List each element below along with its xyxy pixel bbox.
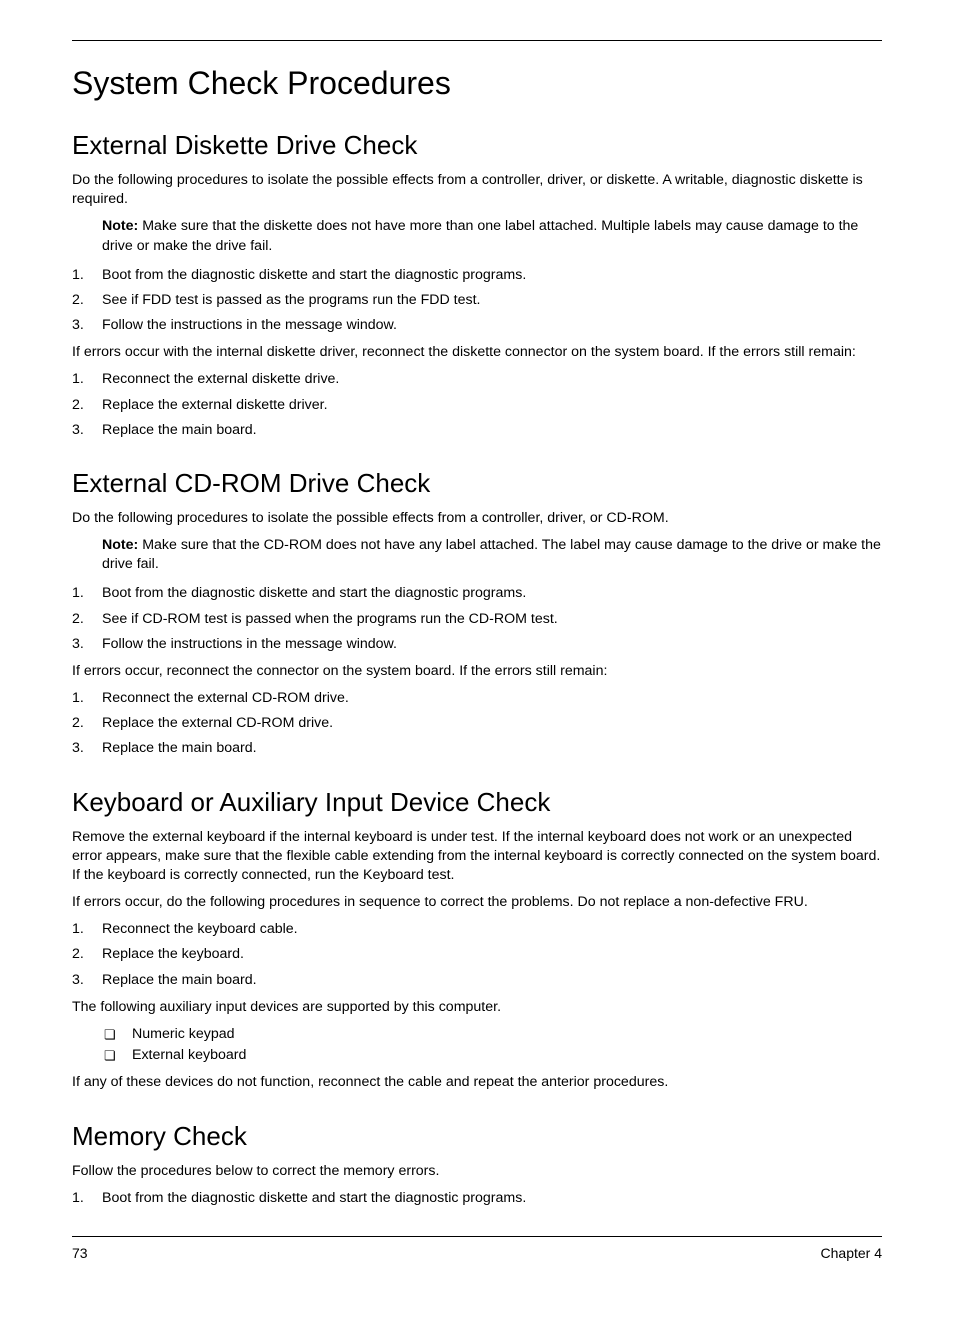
section-heading-diskette: External Diskette Drive Check xyxy=(72,130,882,161)
note-label: Note: xyxy=(102,218,138,234)
cdrom-steps-2: Reconnect the external CD-ROM drive. Rep… xyxy=(72,689,882,759)
keyboard-steps-1: Reconnect the keyboard cable. Replace th… xyxy=(72,920,882,990)
list-item: Boot from the diagnostic diskette and st… xyxy=(72,584,882,603)
list-item: Replace the external CD-ROM drive. xyxy=(72,714,882,733)
cdrom-note: Note: Make sure that the CD-ROM does not… xyxy=(72,536,882,574)
list-item: See if CD-ROM test is passed when the pr… xyxy=(72,610,882,629)
keyboard-mid: The following auxiliary input devices ar… xyxy=(72,998,882,1017)
list-item: Replace the keyboard. xyxy=(72,945,882,964)
note-body: Make sure that the CD-ROM does not have … xyxy=(102,537,881,572)
page-number: 73 xyxy=(72,1245,88,1261)
list-item: Numeric keypad xyxy=(72,1025,882,1044)
list-item: Follow the instructions in the message w… xyxy=(72,316,882,335)
diskette-steps-1: Boot from the diagnostic diskette and st… xyxy=(72,266,882,336)
list-item: Reconnect the external CD-ROM drive. xyxy=(72,689,882,708)
diskette-note: Note: Make sure that the diskette does n… xyxy=(72,217,882,255)
section-heading-cdrom: External CD-ROM Drive Check xyxy=(72,468,882,499)
list-item: Reconnect the external diskette drive. xyxy=(72,370,882,389)
list-item: Replace the main board. xyxy=(72,971,882,990)
list-item: See if FDD test is passed as the program… xyxy=(72,291,882,310)
list-item: Follow the instructions in the message w… xyxy=(72,635,882,654)
keyboard-bullets: Numeric keypad External keyboard xyxy=(72,1025,882,1065)
page-title: System Check Procedures xyxy=(72,65,882,102)
keyboard-intro2: If errors occur, do the following proced… xyxy=(72,893,882,912)
note-text: Note: Make sure that the CD-ROM does not… xyxy=(102,536,882,574)
keyboard-outro: If any of these devices do not function,… xyxy=(72,1073,882,1092)
list-item: Replace the main board. xyxy=(72,739,882,758)
top-rule xyxy=(72,40,882,41)
cdrom-steps-1: Boot from the diagnostic diskette and st… xyxy=(72,584,882,654)
note-label: Note: xyxy=(102,537,138,553)
note-body: Make sure that the diskette does not hav… xyxy=(102,218,858,253)
list-item: External keyboard xyxy=(72,1046,882,1065)
list-item: Reconnect the keyboard cable. xyxy=(72,920,882,939)
note-text: Note: Make sure that the diskette does n… xyxy=(102,217,882,255)
cdrom-mid: If errors occur, reconnect the connector… xyxy=(72,662,882,681)
diskette-mid: If errors occur with the internal disket… xyxy=(72,343,882,362)
list-item: Replace the main board. xyxy=(72,421,882,440)
list-item: Replace the external diskette driver. xyxy=(72,396,882,415)
diskette-steps-2: Reconnect the external diskette drive. R… xyxy=(72,370,882,440)
list-item: Boot from the diagnostic diskette and st… xyxy=(72,266,882,285)
memory-intro: Follow the procedures below to correct t… xyxy=(72,1162,882,1181)
memory-steps-1: Boot from the diagnostic diskette and st… xyxy=(72,1189,882,1208)
section-heading-keyboard: Keyboard or Auxiliary Input Device Check xyxy=(72,787,882,818)
list-item: Boot from the diagnostic diskette and st… xyxy=(72,1189,882,1208)
cdrom-intro: Do the following procedures to isolate t… xyxy=(72,509,882,528)
section-heading-memory: Memory Check xyxy=(72,1121,882,1152)
diskette-intro: Do the following procedures to isolate t… xyxy=(72,171,882,209)
page-footer: 73 Chapter 4 xyxy=(72,1236,882,1261)
keyboard-intro1: Remove the external keyboard if the inte… xyxy=(72,828,882,886)
chapter-label: Chapter 4 xyxy=(821,1245,882,1261)
